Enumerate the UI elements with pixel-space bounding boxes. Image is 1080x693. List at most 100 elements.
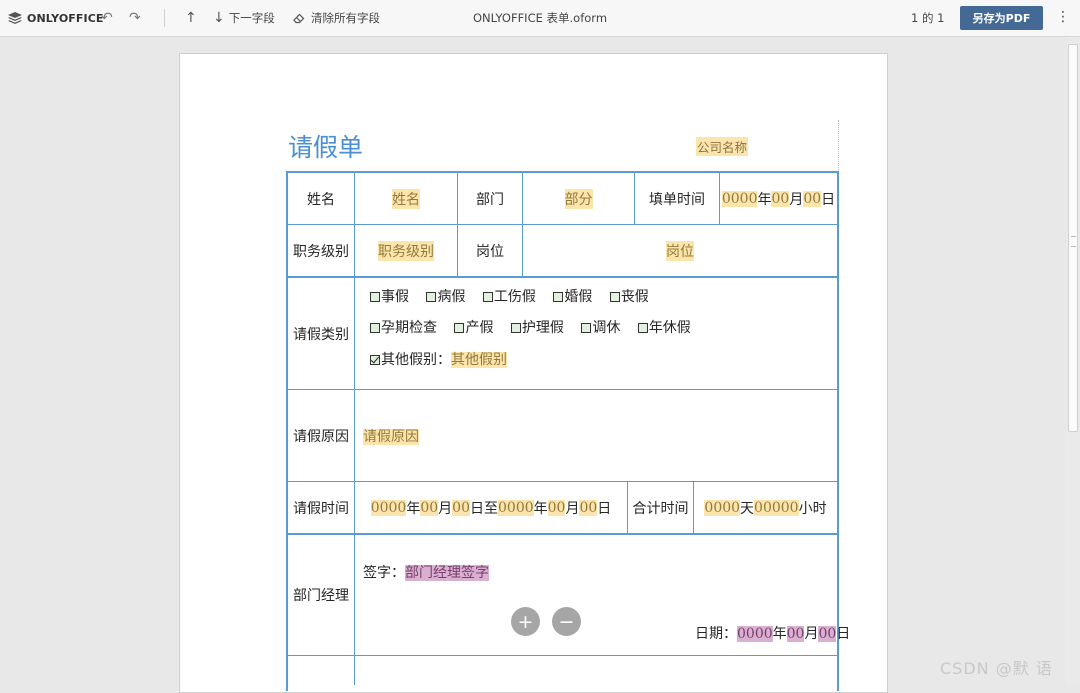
total-days-field[interactable]: 0000 <box>704 499 741 516</box>
other-leave-label: 其他假别： <box>381 352 451 368</box>
checkbox[interactable] <box>553 292 564 302</box>
total-time-label: 合计时间 <box>632 500 689 517</box>
year-char: 年 <box>533 500 548 517</box>
other-leave-field[interactable]: 其他假别 <box>451 352 507 368</box>
checkbox-label: 病假 <box>437 289 466 305</box>
checkbox-label: 调休 <box>592 320 621 336</box>
redo-icon[interactable]: ↷ <box>129 0 141 36</box>
checkbox-item[interactable]: 病假 <box>426 289 465 305</box>
year-char: 年 <box>757 191 772 208</box>
leave-reason-label: 请假原因 <box>293 428 349 445</box>
onlyoffice-logo-icon <box>8 11 22 24</box>
checkbox[interactable] <box>370 323 380 333</box>
end-month-field[interactable]: 00 <box>547 499 566 516</box>
date-label: 日期： <box>695 626 737 642</box>
sign-month-field[interactable]: 00 <box>786 626 805 642</box>
checkbox-item[interactable]: 孕期检查 <box>370 320 437 336</box>
checkbox-item[interactable]: 产假 <box>454 320 493 336</box>
total-time-field: 0000 天 00000 小时 <box>694 482 837 533</box>
next-field-label: 下一字段 <box>228 11 275 25</box>
end-day-field[interactable]: 00 <box>579 499 598 516</box>
to-char: 至 <box>484 500 498 517</box>
sign-day-field[interactable]: 00 <box>818 626 837 642</box>
top-toolbar: ONLYOFFICE ↶ ↷ ↑ ↓ 下一字段 清除所有字段 ONLYOFFIC… <box>0 0 1080 37</box>
month-char: 月 <box>438 500 453 517</box>
dept-manager-label: 部门经理 <box>293 588 349 604</box>
arrow-down-icon: ↓ <box>213 10 225 26</box>
start-day-field[interactable]: 00 <box>452 499 470 516</box>
checkbox-item[interactable]: 婚假 <box>553 289 592 305</box>
dept-field[interactable]: 部分 <box>564 188 593 209</box>
fill-date-field: 0000 年 00 月 00 日 <box>720 173 837 224</box>
more-icon[interactable]: ⋮ <box>1056 9 1070 25</box>
checkbox-label: 护理假 <box>521 320 564 336</box>
other-leave-row: 其他假别：其他假别 <box>370 349 507 369</box>
start-year-field[interactable]: 0000 <box>370 499 407 516</box>
end-year-field[interactable]: 0000 <box>498 499 534 516</box>
zoom-out-icon[interactable]: − <box>552 607 581 636</box>
fill-month-field[interactable]: 00 <box>771 190 790 207</box>
checkbox[interactable] <box>482 292 493 302</box>
company-name-field[interactable]: 公司名称 <box>696 137 749 156</box>
clear-fields-button[interactable]: 清除所有字段 <box>293 0 380 36</box>
fill-time-label: 填单时间 <box>649 191 705 208</box>
checkbox-label: 年休假 <box>648 320 691 336</box>
logo-text: ONLYOFFICE <box>27 11 104 25</box>
leave-types-row-2: 孕期检查 产假 护理假 调休 年休假 <box>370 317 691 337</box>
checkbox-item[interactable]: 护理假 <box>510 320 564 336</box>
save-as-pdf-button[interactable]: 另存为PDF <box>960 6 1043 30</box>
job-level-field[interactable]: 职务级别 <box>378 240 434 261</box>
days-char: 天 <box>740 500 755 517</box>
leave-type-label: 请假类别 <box>293 326 349 343</box>
eraser-icon <box>293 13 305 24</box>
row-divider <box>288 276 837 278</box>
day-char: 日 <box>821 191 836 208</box>
name-field[interactable]: 姓名 <box>392 188 420 209</box>
zoom-in-icon[interactable]: + <box>511 607 540 636</box>
page-counter: 1 的 1 <box>911 11 945 25</box>
day-char: 日 <box>836 626 851 642</box>
total-hours-field[interactable]: 00000 <box>754 499 799 516</box>
other-leave-checkbox[interactable] <box>370 355 380 365</box>
dept-label: 部门 <box>476 191 504 208</box>
checkbox-item[interactable]: 调休 <box>581 320 620 336</box>
next-field-button[interactable]: ↓ 下一字段 <box>213 0 275 36</box>
arrow-up-icon[interactable]: ↑ <box>185 0 197 36</box>
name-label: 姓名 <box>307 191 335 208</box>
leave-time-label: 请假时间 <box>293 500 349 517</box>
checkbox-item[interactable]: 年休假 <box>637 320 691 336</box>
day-char: 日 <box>470 500 484 517</box>
checkbox-label: 孕期检查 <box>381 320 437 336</box>
month-char: 月 <box>565 500 580 517</box>
sign-date-row: 日期：0000年00月00日 <box>695 623 850 643</box>
checkbox-item[interactable]: 丧假 <box>609 289 649 305</box>
month-char: 月 <box>789 191 804 208</box>
checkbox[interactable] <box>581 323 592 333</box>
signature-field[interactable]: 部门经理签字 <box>405 565 489 581</box>
margin-guide <box>838 120 839 172</box>
checkbox-label: 事假 <box>381 289 409 305</box>
checkbox[interactable] <box>510 323 521 333</box>
checkbox[interactable] <box>637 323 648 333</box>
signature-row: 签字：部门经理签字 <box>363 562 489 582</box>
scrollbar-grip-icon <box>1071 236 1076 247</box>
sign-year-field[interactable]: 0000 <box>737 626 773 642</box>
start-month-field[interactable]: 00 <box>420 499 439 516</box>
leave-reason-field[interactable]: 请假原因 <box>363 429 419 445</box>
checkbox[interactable] <box>426 292 437 302</box>
month-char: 月 <box>804 626 819 642</box>
checkbox[interactable] <box>454 323 465 333</box>
checkbox-item[interactable]: 事假 <box>370 289 409 305</box>
checkbox-label: 产假 <box>465 320 494 336</box>
checkbox[interactable] <box>370 292 380 302</box>
undo-icon[interactable]: ↶ <box>101 0 113 36</box>
fill-year-field[interactable]: 0000 <box>721 190 758 207</box>
checkbox[interactable] <box>609 292 620 302</box>
position-field[interactable]: 岗位 <box>666 240 694 261</box>
day-char: 日 <box>597 500 612 517</box>
checkbox-label: 工伤假 <box>493 289 536 305</box>
year-char: 年 <box>772 626 787 642</box>
fill-day-field[interactable]: 00 <box>803 190 822 207</box>
checkbox-item[interactable]: 工伤假 <box>482 289 536 305</box>
row-divider <box>288 533 837 535</box>
